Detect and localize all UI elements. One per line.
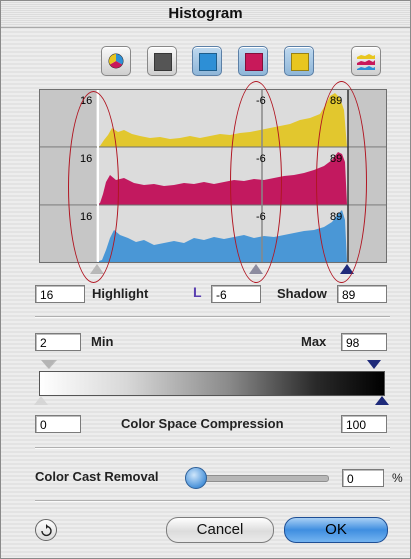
cast-removal-track[interactable] xyxy=(191,475,329,482)
stacked-histogram-icon xyxy=(357,54,375,70)
separator xyxy=(35,447,390,449)
min-top-handle-shade xyxy=(41,360,57,369)
histogram-options-button[interactable] xyxy=(351,46,381,76)
highlight-label: Highlight xyxy=(92,286,149,301)
shadow-field[interactable]: 89 xyxy=(337,285,387,303)
reset-button[interactable] xyxy=(35,519,57,541)
max-field[interactable]: 98 xyxy=(341,333,387,351)
window-title: Histogram xyxy=(1,1,410,28)
separator xyxy=(35,316,390,318)
separator xyxy=(35,500,390,502)
cyan-channel-curve xyxy=(96,210,347,262)
histogram-dialog: Histogram 16 -6 89 16 -6 89 16 -6 89 16 … xyxy=(0,0,411,559)
compression-left-handle[interactable] xyxy=(34,396,48,405)
reset-icon xyxy=(41,524,52,537)
midtone-field[interactable]: -6 xyxy=(211,285,261,303)
magenta-channel-button[interactable] xyxy=(238,46,268,76)
yellow-channel-button[interactable] xyxy=(284,46,314,76)
midtone-icon: L xyxy=(193,284,202,300)
highlight-field[interactable]: 16 xyxy=(35,285,85,303)
max-label: Max xyxy=(301,334,327,349)
compression-right-handle[interactable] xyxy=(375,396,389,405)
shadow-annotation-oval xyxy=(316,81,367,283)
cast-removal-field[interactable]: 0 xyxy=(342,469,384,487)
yellow-swatch-icon xyxy=(291,53,309,71)
min-label: Min xyxy=(91,334,114,349)
yellow-channel-curve xyxy=(96,93,347,147)
cancel-button[interactable]: Cancel xyxy=(166,517,274,543)
min-field[interactable]: 2 xyxy=(35,333,81,351)
max-top-handle[interactable] xyxy=(367,360,381,369)
magenta-swatch-icon xyxy=(245,53,263,71)
compression-right-field[interactable]: 100 xyxy=(341,415,387,433)
midtone-annotation-oval xyxy=(230,81,282,283)
compression-left-field[interactable]: 0 xyxy=(35,415,81,433)
gradient-bar xyxy=(39,371,385,396)
highlight-annotation-oval xyxy=(68,91,119,283)
black-swatch-icon xyxy=(154,53,172,71)
shadow-label: Shadow xyxy=(277,286,327,301)
percent-unit: % xyxy=(392,471,403,485)
cast-removal-label: Color Cast Removal xyxy=(35,469,159,484)
color-wheel-button[interactable] xyxy=(101,46,131,76)
color-wheel-icon xyxy=(108,53,124,69)
ok-button[interactable]: OK xyxy=(284,517,388,543)
cast-removal-slider-thumb[interactable] xyxy=(185,467,207,489)
cyan-channel-button[interactable] xyxy=(192,46,222,76)
compression-label: Color Space Compression xyxy=(121,416,284,431)
black-channel-button[interactable] xyxy=(147,46,177,76)
cyan-swatch-icon xyxy=(199,53,217,71)
magenta-channel-curve xyxy=(96,152,347,205)
